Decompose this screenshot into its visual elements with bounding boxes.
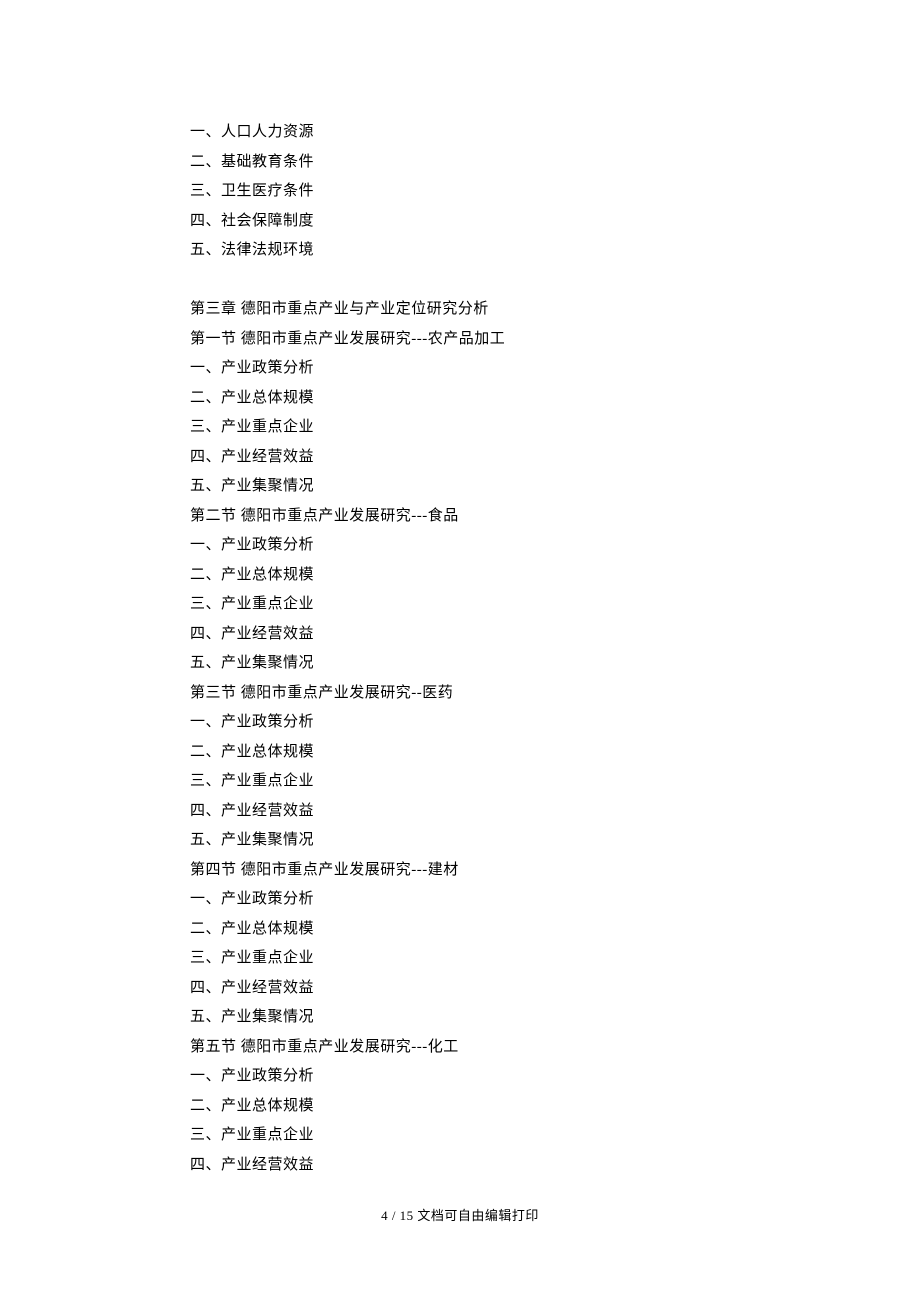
toc-line: 五、产业集聚情况	[190, 1003, 730, 1033]
toc-line: 三、卫生医疗条件	[190, 177, 730, 207]
toc-line: 五、产业集聚情况	[190, 472, 730, 502]
toc-chapter-heading: 第三章 德阳市重点产业与产业定位研究分析	[190, 295, 730, 325]
toc-line: 五、法律法规环境	[190, 236, 730, 266]
toc-line: 四、产业经营效益	[190, 974, 730, 1004]
toc-line: 二、产业总体规模	[190, 384, 730, 414]
toc-line: 三、产业重点企业	[190, 590, 730, 620]
toc-line: 三、产业重点企业	[190, 413, 730, 443]
toc-line: 二、产业总体规模	[190, 915, 730, 945]
toc-section-heading: 第三节 德阳市重点产业发展研究--医药	[190, 679, 730, 709]
toc-line: 三、产业重点企业	[190, 767, 730, 797]
page-footer: 4 / 15 文档可自由编辑打印	[0, 1205, 920, 1224]
toc-line: 五、产业集聚情况	[190, 826, 730, 856]
toc-line: 一、产业政策分析	[190, 708, 730, 738]
toc-line: 二、基础教育条件	[190, 148, 730, 178]
toc-line: 二、产业总体规模	[190, 561, 730, 591]
page-content: 一、人口人力资源 二、基础教育条件 三、卫生医疗条件 四、社会保障制度 五、法律…	[0, 0, 920, 1180]
toc-section-heading: 第四节 德阳市重点产业发展研究---建材	[190, 856, 730, 886]
toc-line: 一、产业政策分析	[190, 354, 730, 384]
toc-line: 一、产业政策分析	[190, 531, 730, 561]
blank-line	[190, 266, 730, 296]
toc-line: 五、产业集聚情况	[190, 649, 730, 679]
toc-line: 一、产业政策分析	[190, 885, 730, 915]
toc-line: 三、产业重点企业	[190, 944, 730, 974]
toc-line: 二、产业总体规模	[190, 738, 730, 768]
toc-line: 四、产业经营效益	[190, 797, 730, 827]
toc-section-heading: 第五节 德阳市重点产业发展研究---化工	[190, 1033, 730, 1063]
toc-line: 三、产业重点企业	[190, 1121, 730, 1151]
toc-section-heading: 第一节 德阳市重点产业发展研究---农产品加工	[190, 325, 730, 355]
toc-section-heading: 第二节 德阳市重点产业发展研究---食品	[190, 502, 730, 532]
toc-line: 四、产业经营效益	[190, 1151, 730, 1181]
toc-line: 一、人口人力资源	[190, 118, 730, 148]
toc-line: 二、产业总体规模	[190, 1092, 730, 1122]
toc-line: 四、产业经营效益	[190, 620, 730, 650]
toc-line: 四、产业经营效益	[190, 443, 730, 473]
toc-line: 一、产业政策分析	[190, 1062, 730, 1092]
toc-line: 四、社会保障制度	[190, 207, 730, 237]
